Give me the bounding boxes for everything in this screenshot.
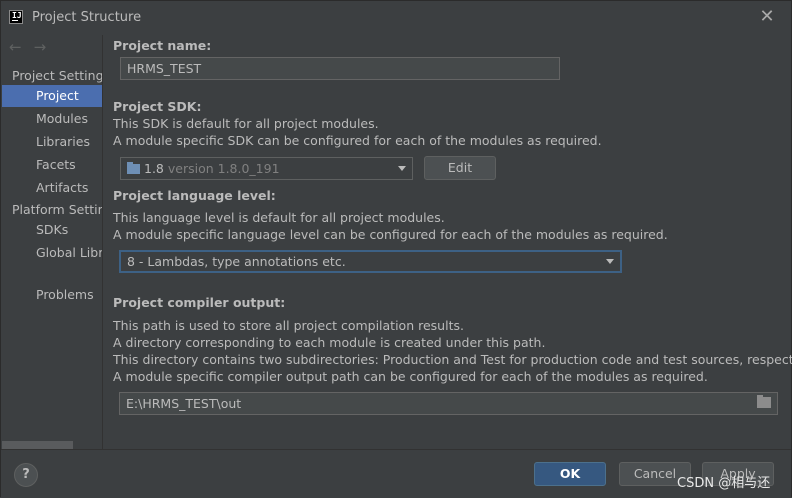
sidebar-horizontal-scrollbar[interactable] <box>2 441 73 449</box>
project-sdk-label: Project SDK: <box>113 99 202 114</box>
compiler-output-description-3: This directory contains two subdirectori… <box>113 352 792 367</box>
help-button[interactable]: ? <box>14 463 38 487</box>
language-level-label: Project language level: <box>113 188 276 203</box>
compiler-output-path: E:\HRMS_TEST\out <box>126 396 242 411</box>
chevron-down-icon <box>398 166 406 171</box>
title-bar: IJ Project Structure ✕ <box>1 1 791 35</box>
forward-arrow-icon[interactable]: → <box>34 38 47 56</box>
sidebar-item-modules[interactable]: Modules <box>2 108 102 130</box>
sidebar-item-facets[interactable]: Facets <box>2 154 102 176</box>
sdk-description-2: A module specific SDK can be configured … <box>113 133 602 148</box>
edit-sdk-button[interactable]: Edit <box>424 156 496 180</box>
sidebar-header-platform-settings: Platform Settings <box>12 202 102 217</box>
sdk-selected-version: version 1.8.0_191 <box>167 161 280 176</box>
compiler-output-description-1: This path is used to store all project c… <box>113 318 464 333</box>
sidebar-item-artifacts[interactable]: Artifacts <box>2 177 102 199</box>
project-sdk-dropdown[interactable]: 1.8 version 1.8.0_191 <box>120 157 413 180</box>
project-name-input[interactable]: HRMS_TEST <box>120 57 560 80</box>
language-level-description-1: This language level is default for all p… <box>113 210 445 225</box>
sidebar-item-libraries[interactable]: Libraries <box>2 131 102 153</box>
window-title: Project Structure <box>32 10 142 25</box>
compiler-output-path-input[interactable]: E:\HRMS_TEST\out <box>119 392 778 415</box>
ok-button[interactable]: OK <box>534 462 606 486</box>
close-icon[interactable]: ✕ <box>757 7 777 27</box>
language-level-description-2: A module specific language level can be … <box>113 227 668 242</box>
compiler-output-description-4: A module specific compiler output path c… <box>113 369 708 384</box>
sdk-selected-name: 1.8 <box>144 161 164 176</box>
sidebar-item-project[interactable]: Project <box>2 85 102 107</box>
sdk-folder-icon <box>127 162 140 174</box>
sidebar-item-problems[interactable]: Problems <box>2 284 102 306</box>
sdk-description-1: This SDK is default for all project modu… <box>113 116 379 131</box>
language-level-dropdown[interactable]: 8 - Lambdas, type annotations etc. <box>119 250 622 273</box>
dialog-footer: ? OK Cancel Apply CSDN @相与还 <box>1 449 791 498</box>
compiler-output-label: Project compiler output: <box>113 295 286 310</box>
csdn-watermark: CSDN @相与还 <box>677 476 771 491</box>
project-name-label: Project name: <box>113 38 212 53</box>
sidebar-item-sdks[interactable]: SDKs <box>2 219 102 241</box>
browse-folder-icon[interactable] <box>757 395 771 408</box>
language-level-selected: 8 - Lambdas, type annotations etc. <box>127 254 346 269</box>
sidebar-item-global-libraries[interactable]: Global Libraries <box>2 242 102 264</box>
sidebar-header-project-settings: Project Settings <box>12 68 103 83</box>
nav-arrows: ← → <box>9 38 58 56</box>
back-arrow-icon[interactable]: ← <box>9 38 22 56</box>
intellij-logo-icon: IJ <box>9 10 23 24</box>
sidebar: ← → Project Settings Project Modules Libr… <box>1 35 103 449</box>
chevron-down-icon <box>606 259 614 264</box>
project-structure-dialog: IJ Project Structure ✕ ← → Project Settin… <box>0 0 792 498</box>
compiler-output-description-2: A directory corresponding to each module… <box>113 335 546 350</box>
project-settings-panel: Project name: HRMS_TEST Project SDK: Thi… <box>103 35 792 449</box>
